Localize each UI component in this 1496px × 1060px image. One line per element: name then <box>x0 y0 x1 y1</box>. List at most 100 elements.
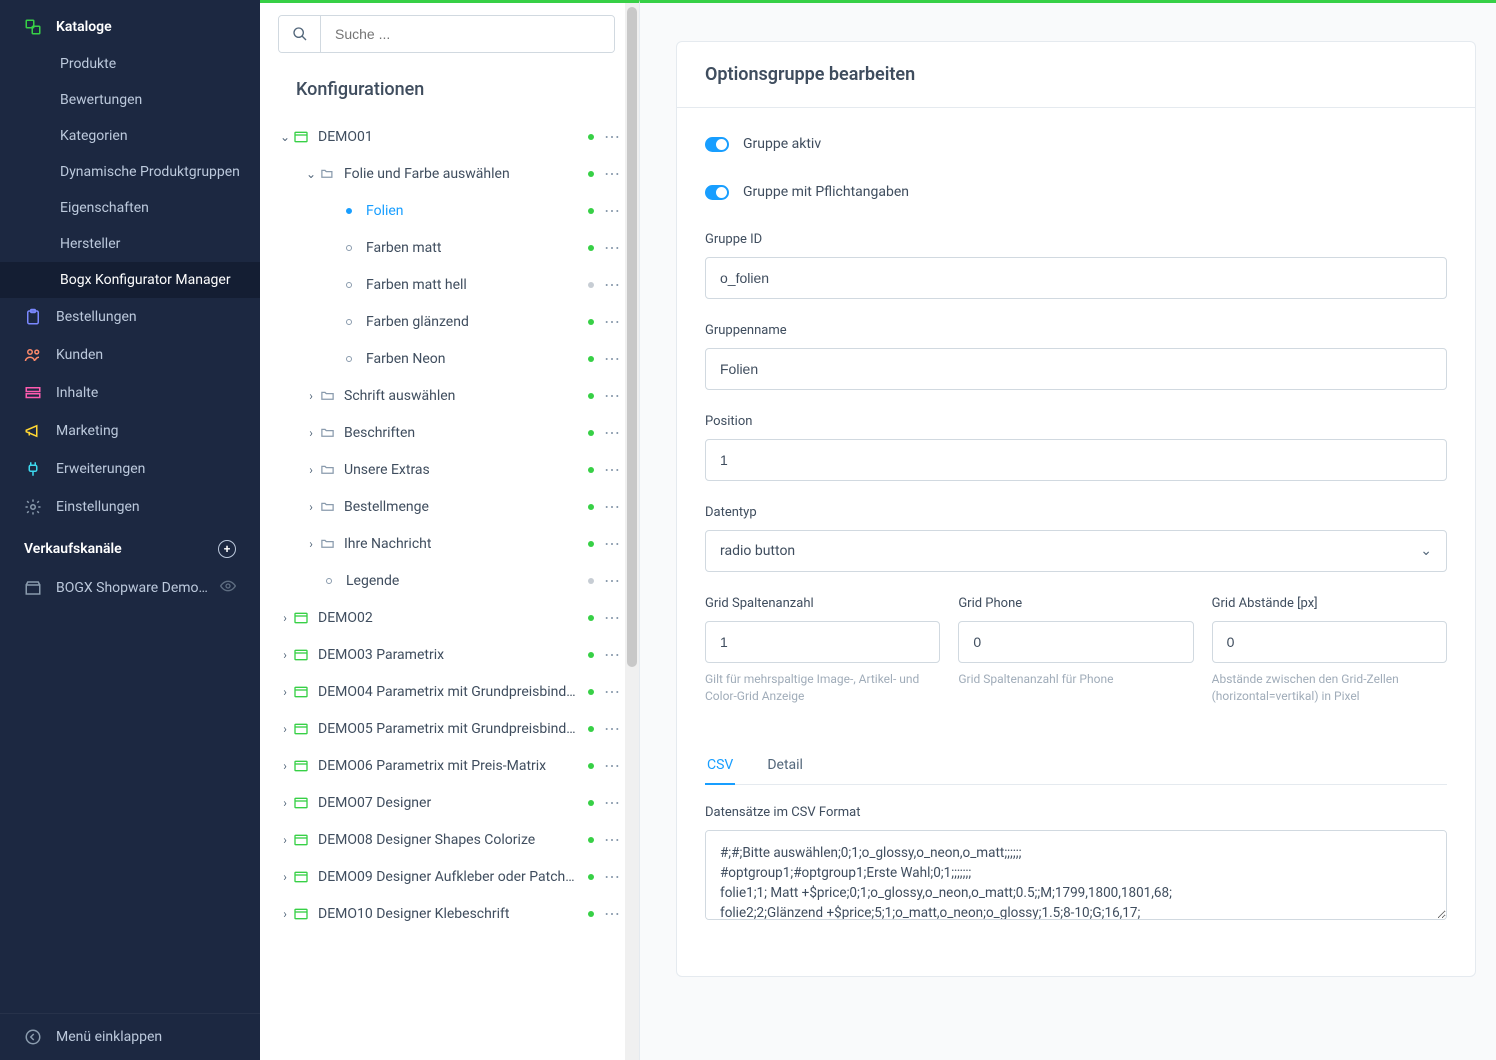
tree-node-farben-neon[interactable]: Farben Neon ⋯ <box>260 340 639 377</box>
more-button[interactable]: ⋯ <box>604 867 621 886</box>
nav-products[interactable]: Produkte <box>0 46 260 82</box>
status-dot <box>588 689 594 695</box>
status-dot <box>588 134 594 140</box>
nav-settings[interactable]: Einstellungen <box>0 488 260 526</box>
tree-node-demo06[interactable]: ›DEMO06 Parametrix mit Preis-Matrix⋯ <box>260 747 639 784</box>
grid-phone-input[interactable] <box>958 621 1193 663</box>
nav-manufacturers[interactable]: Hersteller <box>0 226 260 262</box>
nav-catalogs[interactable]: Kataloge <box>0 8 260 46</box>
tree-node-farben-matt-hell[interactable]: Farben matt hell ⋯ <box>260 266 639 303</box>
more-button[interactable]: ⋯ <box>604 238 621 257</box>
channels-header: Verkaufskanäle + <box>0 526 260 568</box>
more-button[interactable]: ⋯ <box>604 571 621 590</box>
nav-marketing[interactable]: Marketing <box>0 412 260 450</box>
more-button[interactable]: ⋯ <box>604 423 621 442</box>
tree-node-demo03[interactable]: ›DEMO03 Parametrix⋯ <box>260 636 639 673</box>
nav-properties[interactable]: Eigenschaften <box>0 190 260 226</box>
group-required-toggle[interactable] <box>705 185 729 200</box>
chevron-right-icon: › <box>278 907 292 921</box>
tree-panel: Konfigurationen ⌄ DEMO01 ⋯ ⌄ Folie und F… <box>260 0 640 1060</box>
bullet-icon <box>320 572 338 590</box>
nav-reviews[interactable]: Bewertungen <box>0 82 260 118</box>
status-dot <box>588 800 594 806</box>
tree-node-bestellmenge[interactable]: › Bestellmenge ⋯ <box>260 488 639 525</box>
tree-node-farben-glanzend[interactable]: Farben glänzend ⋯ <box>260 303 639 340</box>
more-button[interactable]: ⋯ <box>604 312 621 331</box>
collapse-icon <box>24 1028 42 1046</box>
more-button[interactable]: ⋯ <box>604 793 621 812</box>
nav-categories[interactable]: Kategorien <box>0 118 260 154</box>
group-id-input[interactable] <box>705 257 1447 299</box>
more-button[interactable]: ⋯ <box>604 201 621 220</box>
add-channel-button[interactable]: + <box>218 540 236 558</box>
more-button[interactable]: ⋯ <box>604 349 621 368</box>
tree-node-demo07[interactable]: ›DEMO07 Designer⋯ <box>260 784 639 821</box>
group-name-input[interactable] <box>705 348 1447 390</box>
grid-gap-input[interactable] <box>1212 621 1447 663</box>
status-dot <box>588 245 594 251</box>
more-button[interactable]: ⋯ <box>604 830 621 849</box>
tree-node-demo08[interactable]: ›DEMO08 Designer Shapes Colorize⋯ <box>260 821 639 858</box>
more-button[interactable]: ⋯ <box>604 497 621 516</box>
more-button[interactable]: ⋯ <box>604 164 621 183</box>
scrollbar-thumb[interactable] <box>627 7 637 667</box>
megaphone-icon <box>24 422 42 440</box>
eye-icon[interactable] <box>220 578 236 598</box>
grid-cols-label: Grid Spaltenanzahl <box>705 596 940 611</box>
tree-node-demo09[interactable]: ›DEMO09 Designer Aufkleber oder Patches⋯ <box>260 858 639 895</box>
csv-textarea[interactable] <box>705 830 1447 920</box>
folder-icon <box>318 498 336 516</box>
chevron-right-icon: › <box>304 463 318 477</box>
nav-orders[interactable]: Bestellungen <box>0 298 260 336</box>
datatype-select[interactable]: radio button ⌄ <box>705 530 1447 572</box>
card-title: Optionsgruppe bearbeiten <box>677 42 1475 108</box>
tab-csv[interactable]: CSV <box>705 747 735 785</box>
folder-open-icon <box>318 165 336 183</box>
tab-detail[interactable]: Detail <box>765 747 805 785</box>
channel-item[interactable]: BOGX Shopware Demo... <box>0 568 260 608</box>
more-button[interactable]: ⋯ <box>604 719 621 738</box>
tree-node-folien[interactable]: Folien ⋯ <box>260 192 639 229</box>
status-dot <box>588 319 594 325</box>
tree-node-nachricht[interactable]: › Ihre Nachricht ⋯ <box>260 525 639 562</box>
tree-node-demo02[interactable]: ›DEMO02⋯ <box>260 599 639 636</box>
more-button[interactable]: ⋯ <box>604 645 621 664</box>
chevron-right-icon: › <box>304 426 318 440</box>
status-dot <box>588 430 594 436</box>
tree-node-folie-farbe[interactable]: ⌄ Folie und Farbe auswählen ⋯ <box>260 155 639 192</box>
nav-bogx-manager[interactable]: Bogx Konfigurator Manager <box>0 262 260 298</box>
tree-node-extras[interactable]: › Unsere Extras ⋯ <box>260 451 639 488</box>
tree-node-demo10[interactable]: ›DEMO10 Designer Klebeschrift⋯ <box>260 895 639 932</box>
position-input[interactable] <box>705 439 1447 481</box>
bullet-icon <box>340 202 358 220</box>
more-button[interactable]: ⋯ <box>604 386 621 405</box>
more-button[interactable]: ⋯ <box>604 275 621 294</box>
nav-dynamic-groups[interactable]: Dynamische Produktgruppen <box>0 154 260 190</box>
bullet-icon <box>340 313 358 331</box>
tree-node-demo04[interactable]: ›DEMO04 Parametrix mit Grundpreisbindun⋯ <box>260 673 639 710</box>
more-button[interactable]: ⋯ <box>604 127 621 146</box>
csv-label: Datensätze im CSV Format <box>705 805 1447 820</box>
search-button[interactable] <box>279 16 321 52</box>
scrollbar[interactable] <box>625 3 639 1060</box>
nav-extensions[interactable]: Erweiterungen <box>0 450 260 488</box>
tree-node-schrift[interactable]: › Schrift auswählen ⋯ <box>260 377 639 414</box>
tree-node-demo01[interactable]: ⌄ DEMO01 ⋯ <box>260 118 639 155</box>
more-button[interactable]: ⋯ <box>604 756 621 775</box>
more-button[interactable]: ⋯ <box>604 682 621 701</box>
tree-node-demo05[interactable]: ›DEMO05 Parametrix mit Grundpreisbindun⋯ <box>260 710 639 747</box>
more-button[interactable]: ⋯ <box>604 460 621 479</box>
nav-customers[interactable]: Kunden <box>0 336 260 374</box>
grid-cols-input[interactable] <box>705 621 940 663</box>
tree-node-beschriften[interactable]: › Beschriften ⋯ <box>260 414 639 451</box>
tree-node-legende[interactable]: Legende ⋯ <box>260 562 639 599</box>
collapse-menu-button[interactable]: Menü einklappen <box>0 1013 260 1060</box>
chevron-right-icon: › <box>304 500 318 514</box>
more-button[interactable]: ⋯ <box>604 904 621 923</box>
more-button[interactable]: ⋯ <box>604 534 621 553</box>
more-button[interactable]: ⋯ <box>604 608 621 627</box>
nav-content[interactable]: Inhalte <box>0 374 260 412</box>
group-active-toggle[interactable] <box>705 137 729 152</box>
search-input[interactable] <box>321 16 614 52</box>
tree-node-farben-matt[interactable]: Farben matt ⋯ <box>260 229 639 266</box>
